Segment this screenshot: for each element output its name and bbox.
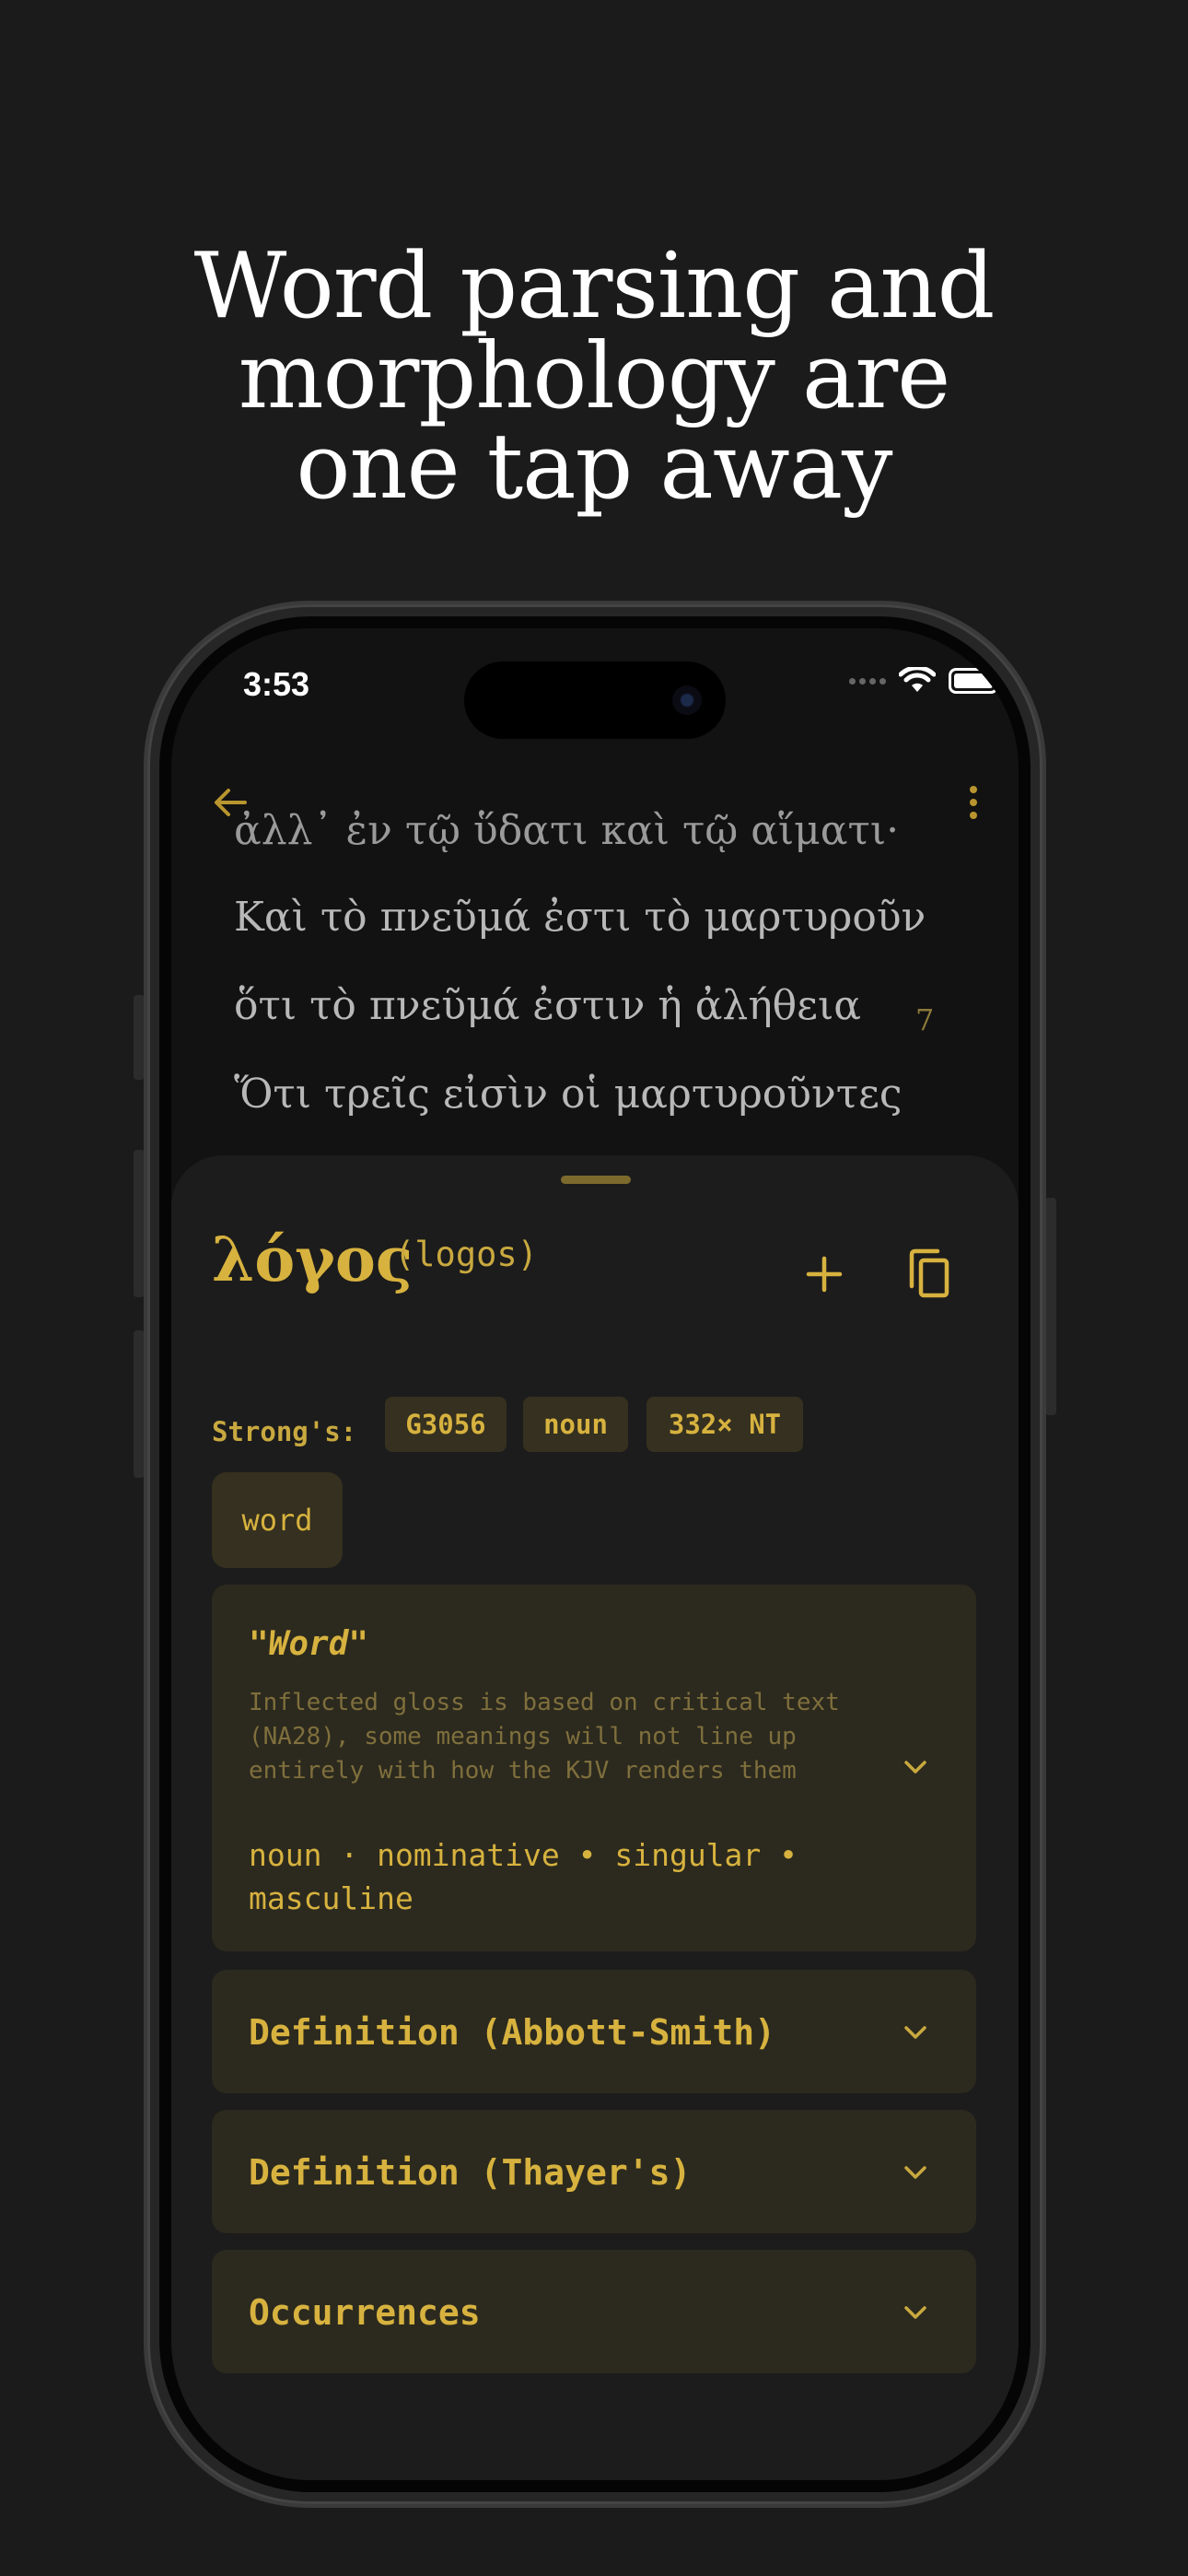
power-button xyxy=(1045,1198,1056,1415)
gloss-note: Inflected gloss is based on critical tex… xyxy=(249,1689,840,1785)
accordion-occurrences[interactable]: Occurrences xyxy=(212,2250,976,2373)
reader-line[interactable]: Καὶ τὸ πνεῦμά ἐστι τὸ μαρτυροῦν xyxy=(234,894,926,941)
headline-line-2: morphology are xyxy=(238,324,951,429)
strongs-number-chip[interactable]: G3056 xyxy=(385,1397,507,1452)
volume-down-button xyxy=(134,1330,145,1478)
lemma-title: λόγος xyxy=(212,1224,413,1295)
occurrence-count-chip[interactable]: 332× NT xyxy=(646,1397,803,1452)
chevron-down-icon[interactable] xyxy=(899,2016,932,2049)
part-of-speech-chip[interactable]: noun xyxy=(523,1397,628,1452)
wifi-icon xyxy=(899,667,936,692)
chevron-down-icon[interactable] xyxy=(899,2296,932,2329)
chevron-down-icon[interactable] xyxy=(899,2156,932,2189)
gloss-title: "Word" xyxy=(249,1625,369,1663)
status-time: 3:53 xyxy=(243,665,310,703)
accordion-label: Definition (Thayer's) xyxy=(249,2152,692,2193)
parsing-text: noun · nominative • singular • masculine xyxy=(249,1837,798,1916)
cellular-signal-icon xyxy=(849,677,886,685)
phone-screen: 3:53 ἀλλ᾽ ἐν τῷ ὕδατι καὶ τῷ αἵματι· Καὶ… xyxy=(171,628,1019,2480)
battery-icon xyxy=(949,668,1003,694)
reader-text: ἀλλ᾽ ἐν τῷ ὕδατι καὶ τῷ αἵματι· Καὶ τὸ π… xyxy=(171,807,1019,1153)
camera-icon xyxy=(672,685,702,715)
volume-up-button xyxy=(134,1150,145,1297)
accordion-definition-abbott-smith[interactable]: Definition (Abbott-Smith) xyxy=(212,1970,976,2093)
sheet-handle[interactable] xyxy=(561,1176,631,1184)
action-button xyxy=(134,995,145,1080)
verse-number: 7 xyxy=(915,1002,935,1037)
word-detail-sheet: λόγος (logos) Strong's: G3056 noun 332× … xyxy=(171,1155,1019,2480)
accordion-label: Occurrences xyxy=(249,2292,481,2333)
accordion-definition-thayers[interactable]: Definition (Thayer's) xyxy=(212,2110,976,2233)
headline: Word parsing and morphology are one tap … xyxy=(0,241,1188,512)
chevron-down-icon[interactable] xyxy=(899,1751,932,1784)
gloss-card[interactable]: "Word" Inflected gloss is based on criti… xyxy=(212,1585,976,1951)
reader-line[interactable]: ἀλλ᾽ ἐν τῷ ὕδατι καὶ τῷ αἵματι· xyxy=(234,807,899,854)
accordion-label: Definition (Abbott-Smith) xyxy=(249,2012,775,2053)
reader-line[interactable]: Ὅτι τρεῖς εἰσὶν οἱ μαρτυροῦντες xyxy=(234,1071,903,1118)
status-icons xyxy=(849,667,1003,695)
dynamic-island xyxy=(464,662,726,739)
reader-line[interactable]: ὅτι τὸ πνεῦμά ἐστιν ἡ ἀλήθεια xyxy=(234,982,861,1029)
strongs-label: Strong's: xyxy=(212,1416,357,1447)
gloss-chip[interactable]: word xyxy=(212,1472,343,1568)
headline-line-3: one tap away xyxy=(296,415,892,520)
plus-icon[interactable] xyxy=(798,1247,851,1301)
headline-line-1: Word parsing and xyxy=(193,234,996,339)
more-vertical-icon[interactable] xyxy=(950,779,996,825)
copy-icon[interactable] xyxy=(899,1244,960,1305)
transliteration: (logos) xyxy=(394,1235,538,1274)
